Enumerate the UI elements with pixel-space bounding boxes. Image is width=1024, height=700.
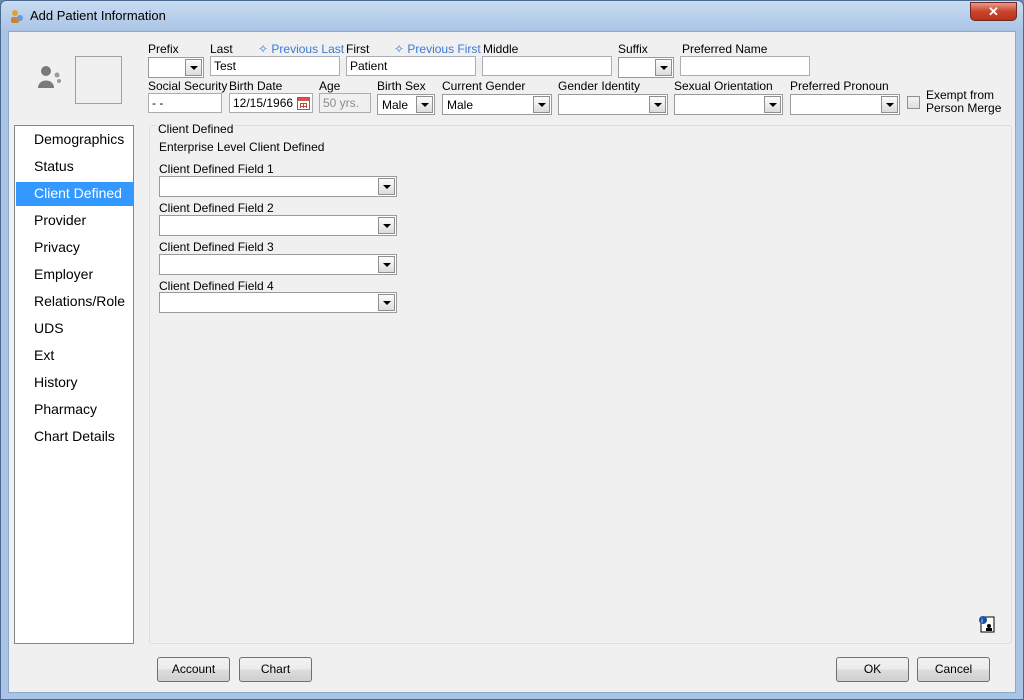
cd-field-4-select[interactable] — [159, 292, 397, 313]
gender-identity-select[interactable] — [558, 94, 668, 115]
help-info-icon[interactable]: i — [978, 615, 996, 633]
chevron-down-icon — [649, 96, 666, 113]
previous-first-label: Previous First — [407, 42, 481, 56]
nav-item-demographics[interactable]: Demographics — [16, 128, 133, 152]
first-label: First — [346, 42, 370, 56]
nav-item-provider[interactable]: Provider — [16, 209, 133, 233]
add-patient-window: Add Patient Information ✕ Prefix Last ✧ … — [0, 0, 1024, 700]
chevron-down-icon — [378, 294, 395, 311]
patient-photo[interactable] — [75, 56, 122, 104]
middle-label: Middle — [483, 42, 519, 56]
chevron-down-icon — [185, 59, 202, 76]
sexual-orientation-select[interactable] — [674, 94, 783, 115]
exempt-merge-checkbox[interactable] — [907, 96, 920, 109]
chart-button[interactable]: Chart — [239, 657, 312, 682]
cd-field-3-select[interactable] — [159, 254, 397, 275]
birth-date-label: Birth Date — [229, 79, 283, 93]
chevron-down-icon — [378, 178, 395, 195]
nav-item-uds[interactable]: UDS — [16, 317, 133, 341]
nav-item-chart-details[interactable]: Chart Details — [16, 425, 133, 449]
preferred-pronoun-label: Preferred Pronoun — [790, 79, 889, 93]
age-input: 50 yrs. — [319, 93, 371, 113]
prefix-select[interactable] — [148, 57, 204, 78]
sparkle-icon: ✧ — [258, 42, 272, 56]
nav-item-privacy[interactable]: Privacy — [16, 236, 133, 260]
ssn-input[interactable]: - - — [148, 93, 222, 113]
nav-item-pharmacy[interactable]: Pharmacy — [16, 398, 133, 422]
exempt-merge-label: Exempt from Person Merge — [926, 89, 1001, 115]
current-gender-value: Male — [447, 98, 474, 112]
account-button[interactable]: Account — [157, 657, 230, 682]
chevron-down-icon — [764, 96, 781, 113]
last-label: Last — [210, 42, 233, 56]
client-defined-panel: Client Defined Enterprise Level Client D… — [149, 122, 1012, 644]
cd-field-2-label: Client Defined Field 2 — [159, 201, 274, 215]
nav-item-history[interactable]: History — [16, 371, 133, 395]
chevron-down-icon — [881, 96, 898, 113]
previous-last-link[interactable]: ✧ Previous Last — [258, 42, 344, 56]
first-name-input[interactable]: Patient — [346, 56, 476, 76]
cd-field-3-label: Client Defined Field 3 — [159, 240, 274, 254]
sparkle-icon: ✧ — [394, 42, 408, 56]
person-placeholder-icon — [38, 66, 61, 88]
current-gender-select[interactable]: Male — [442, 94, 552, 115]
cancel-button[interactable]: Cancel — [917, 657, 990, 682]
exempt-label-line2: Person Merge — [926, 101, 1002, 115]
suffix-select[interactable] — [618, 57, 674, 78]
nav-item-client-defined[interactable]: Client Defined — [16, 182, 133, 206]
calendar-icon[interactable] — [297, 97, 310, 110]
birth-date-value: 12/15/1966 — [233, 96, 294, 110]
sexual-orientation-label: Sexual Orientation — [674, 79, 773, 93]
chevron-down-icon — [655, 59, 672, 76]
gender-identity-label: Gender Identity — [558, 79, 641, 93]
preferred-name-input[interactable] — [680, 56, 810, 76]
preferred-name-label: Preferred Name — [682, 42, 768, 56]
ok-button[interactable]: OK — [836, 657, 909, 682]
cd-field-1-select[interactable] — [159, 176, 397, 197]
window-title: Add Patient Information — [30, 8, 166, 23]
current-gender-label: Current Gender — [442, 79, 526, 93]
nav-item-status[interactable]: Status — [16, 155, 133, 179]
nav-item-relations-role[interactable]: Relations/Role — [16, 290, 133, 314]
group-title: Client Defined — [156, 122, 236, 136]
middle-name-input[interactable] — [482, 56, 612, 76]
chevron-down-icon — [533, 96, 550, 113]
chevron-down-icon — [378, 217, 395, 234]
section-nav: Demographics Status Client Defined Provi… — [14, 125, 134, 644]
window-close-button[interactable]: ✕ — [970, 2, 1017, 21]
dialog-body: Prefix Last ✧ Previous Last First ✧ Prev… — [8, 31, 1016, 693]
age-label: Age — [319, 79, 341, 93]
chevron-down-icon — [378, 256, 395, 273]
birth-date-input[interactable]: 12/15/1966 — [229, 93, 313, 113]
cd-field-2-select[interactable] — [159, 215, 397, 236]
previous-last-label: Previous Last — [271, 42, 345, 56]
last-name-input[interactable]: Test — [210, 56, 340, 76]
prefix-label: Prefix — [148, 42, 179, 56]
title-bar[interactable]: Add Patient Information ✕ — [1, 1, 1023, 31]
birth-sex-select[interactable]: Male — [377, 94, 435, 115]
cd-field-4-label: Client Defined Field 4 — [159, 279, 274, 293]
nav-item-employer[interactable]: Employer — [16, 263, 133, 287]
nav-item-ext[interactable]: Ext — [16, 344, 133, 368]
birth-sex-label: Birth Sex — [377, 79, 426, 93]
chevron-down-icon — [416, 96, 433, 113]
birth-sex-value: Male — [382, 98, 409, 112]
preferred-pronoun-select[interactable] — [790, 94, 900, 115]
exempt-label-line1: Exempt from — [926, 88, 995, 102]
cd-field-1-label: Client Defined Field 1 — [159, 162, 274, 176]
previous-first-link[interactable]: ✧ Previous First — [394, 42, 481, 56]
patient-app-icon — [11, 10, 23, 23]
suffix-label: Suffix — [618, 42, 648, 56]
ssn-label: Social Security — [148, 79, 228, 93]
enterprise-subtitle: Enterprise Level Client Defined — [159, 140, 325, 154]
